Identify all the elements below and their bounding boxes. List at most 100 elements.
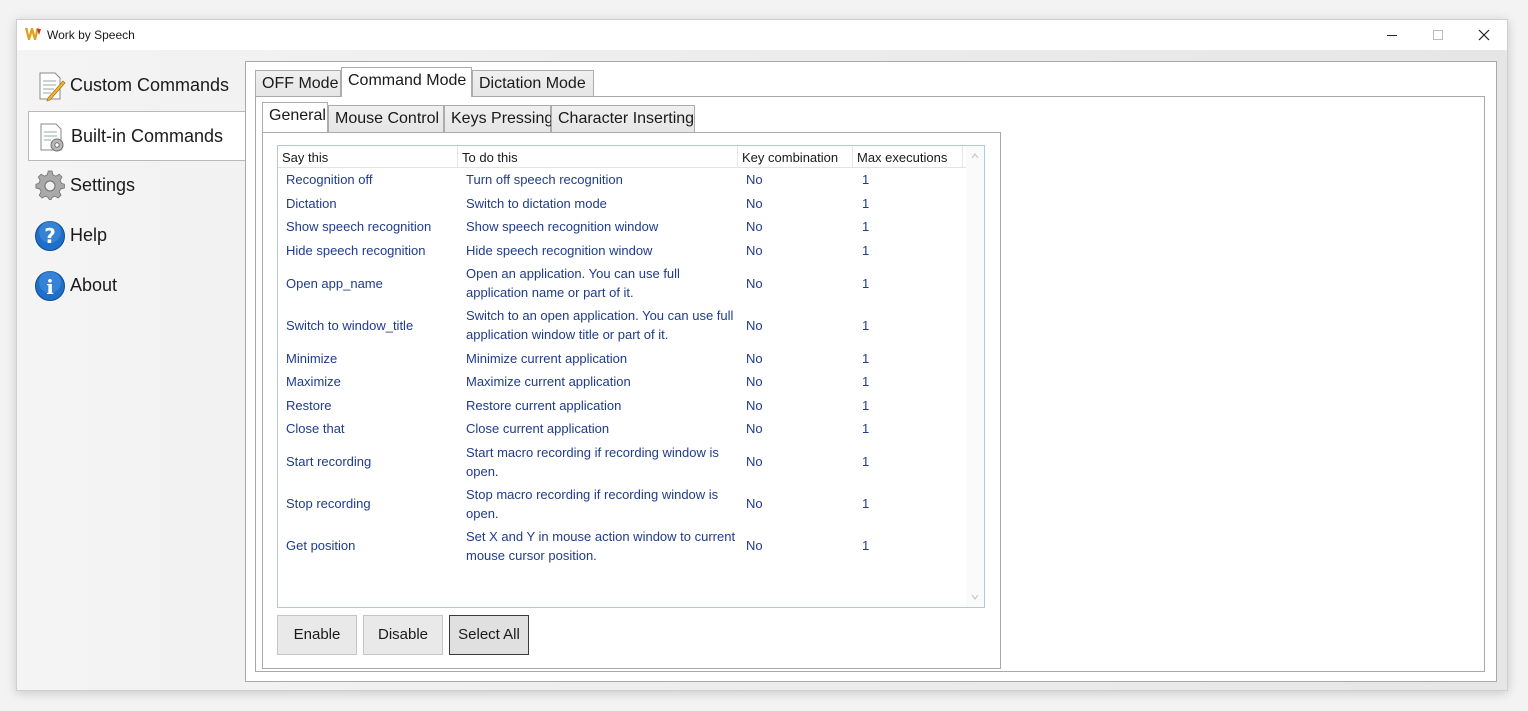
tab-off-mode[interactable]: OFF Mode [255, 70, 341, 97]
cell-key-combination-text: No [746, 496, 763, 512]
content-panel: OFF Mode Command Mode Dictation Mode Gen… [245, 61, 1497, 682]
cell-max-executions: 1 [862, 239, 952, 263]
cell-max-executions-text: 1 [862, 195, 870, 211]
cell-say-this: Start recording [286, 441, 462, 483]
table-row[interactable]: Restore Restore current application No 1 [278, 394, 966, 418]
cell-say-this: Restore [286, 394, 462, 418]
info-icon: i [35, 271, 65, 301]
cell-say-this-text: Start recording [286, 454, 372, 470]
cell-to-do-this: Start macro recording if recording windo… [466, 441, 738, 483]
scroll-up-icon[interactable] [971, 152, 979, 160]
maximize-button[interactable] [1415, 20, 1461, 50]
scroll-down-icon[interactable] [971, 593, 979, 601]
table-row[interactable]: Recognition off Turn off speech recogniti… [278, 168, 966, 192]
cell-to-do-this: Minimize current application [466, 346, 738, 370]
cell-to-do-this-text: Close current application [466, 421, 610, 437]
cell-key-combination: No [746, 168, 846, 192]
minimize-button[interactable] [1369, 20, 1415, 50]
cell-key-combination-text: No [746, 317, 763, 333]
cell-to-do-this-text: Maximize current application [466, 374, 631, 390]
cell-to-do-this: Close current application [466, 417, 738, 441]
select-all-button[interactable]: Select All [449, 615, 529, 655]
cell-to-do-this: Open an application. You can use full ap… [466, 262, 738, 304]
cell-key-combination-text: No [746, 195, 763, 211]
column-header-to-do-this[interactable]: To do this [458, 146, 738, 168]
table-row[interactable]: Show speech recognition Show speech recog… [278, 215, 966, 239]
table-row[interactable]: Get position Set X and Y in mouse action … [278, 525, 966, 567]
table-header: Say this To do this Key combination Max … [278, 146, 966, 168]
cell-max-executions: 1 [862, 394, 952, 418]
window-title: Work by Speech [47, 28, 135, 42]
cell-say-this-text: Recognition off [286, 172, 373, 188]
cell-to-do-this-text: Show speech recognition window [466, 219, 659, 235]
table-row[interactable]: Stop recording Stop macro recording if re… [278, 483, 966, 525]
cell-say-this-text: Get position [286, 538, 356, 554]
cell-say-this: Dictation [286, 192, 462, 216]
close-button[interactable] [1461, 20, 1507, 50]
table-row[interactable]: Switch to window_title Switch to an open … [278, 304, 966, 346]
cell-key-combination-text: No [746, 397, 763, 413]
sidebar-item-custom-commands[interactable]: Custom Commands [28, 61, 246, 111]
table-row[interactable]: Close that Close current application No 1 [278, 417, 966, 441]
sidebar-item-help[interactable]: ? Help [28, 211, 246, 261]
tab-keys-pressing[interactable]: Keys Pressing [444, 105, 553, 132]
sidebar-item-built-in-commands[interactable]: Built-in Commands [28, 111, 246, 161]
cell-key-combination: No [746, 370, 846, 394]
disable-button[interactable]: Disable [363, 615, 443, 655]
cell-say-this: Maximize [286, 370, 462, 394]
general-panel: Say this To do this Key combination Max … [262, 132, 1001, 669]
column-header-max-executions[interactable]: Max executions [853, 146, 963, 168]
cell-max-executions-text: 1 [862, 275, 870, 291]
cell-max-executions: 1 [862, 441, 952, 483]
cell-to-do-this-text: Switch to an open application. You can u… [466, 308, 734, 343]
sidebar-item-settings[interactable]: Settings [28, 161, 246, 211]
tab-dictation-mode[interactable]: Dictation Mode [472, 70, 594, 97]
cell-key-combination-text: No [746, 421, 763, 437]
cell-to-do-this-text: Switch to dictation mode [466, 195, 607, 211]
sidebar-item-label: Help [70, 225, 108, 245]
cell-say-this: Get position [286, 525, 462, 567]
cell-key-combination: No [746, 525, 846, 567]
cell-max-executions-text: 1 [862, 538, 870, 554]
close-icon [1478, 29, 1490, 41]
cell-say-this-text: Stop recording [286, 496, 371, 512]
table-scrollbar[interactable] [966, 146, 984, 607]
cell-to-do-this: Restore current application [466, 394, 738, 418]
cell-to-do-this: Switch to dictation mode [466, 192, 738, 216]
cell-max-executions: 1 [862, 483, 952, 525]
cell-key-combination-text: No [746, 275, 763, 291]
cell-to-do-this-text: Start macro recording if recording windo… [466, 444, 719, 479]
cell-max-executions: 1 [862, 192, 952, 216]
svg-text:?: ? [44, 224, 56, 248]
cell-to-do-this: Hide speech recognition window [466, 239, 738, 263]
table-row[interactable]: Dictation Switch to dictation mode No 1 [278, 192, 966, 216]
cell-max-executions: 1 [862, 346, 952, 370]
cell-key-combination-text: No [746, 374, 763, 390]
cell-max-executions-text: 1 [862, 243, 870, 259]
cell-key-combination: No [746, 215, 846, 239]
tab-mouse-control[interactable]: Mouse Control [328, 105, 444, 132]
column-header-key-combination[interactable]: Key combination [738, 146, 853, 168]
cell-key-combination: No [746, 304, 846, 346]
tab-command-mode[interactable]: Command Mode [341, 67, 472, 97]
minimize-icon [1387, 35, 1397, 36]
table-row[interactable]: Open app_name Open an application. You ca… [278, 262, 966, 304]
tab-general[interactable]: General [262, 102, 328, 132]
column-header-say-this[interactable]: Say this [278, 146, 458, 168]
cell-say-this: Minimize [286, 346, 462, 370]
help-icon: ? [35, 221, 65, 251]
cell-say-this-text: Hide speech recognition [286, 243, 426, 259]
cell-to-do-this: Turn off speech recognition [466, 168, 738, 192]
tab-character-inserting[interactable]: Character Inserting [551, 105, 695, 132]
title-bar: Work by Speech [17, 20, 1507, 50]
table-row[interactable]: Minimize Minimize current application No 1 [278, 346, 966, 370]
cell-to-do-this: Set X and Y in mouse action window to cu… [466, 525, 738, 567]
table-row[interactable]: Maximize Maximize current application No 1 [278, 370, 966, 394]
table-row[interactable]: Hide speech recognition Hide speech recog… [278, 239, 966, 263]
cell-say-this-text: Show speech recognition [286, 219, 432, 235]
table-row[interactable]: Start recording Start macro recording if … [278, 441, 966, 483]
enable-button[interactable]: Enable [277, 615, 357, 655]
cell-max-executions: 1 [862, 168, 952, 192]
sidebar-item-about[interactable]: i About [28, 261, 246, 311]
cell-max-executions-text: 1 [862, 454, 870, 470]
